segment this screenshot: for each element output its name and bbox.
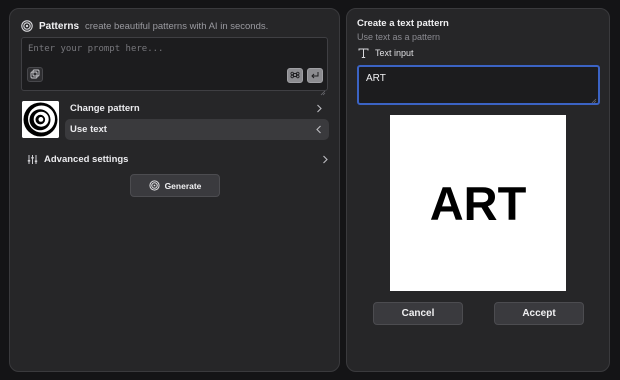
text-input-value: ART <box>366 73 386 84</box>
spiral-pattern-icon <box>22 101 59 138</box>
pattern-thumbnail[interactable] <box>22 101 59 138</box>
cancel-label: Cancel <box>401 308 435 319</box>
prompt-textarea[interactable]: Enter your prompt here... <box>21 37 328 96</box>
cancel-button[interactable]: Cancel <box>373 302 463 325</box>
change-pattern-row[interactable]: Change pattern <box>65 98 329 119</box>
return-icon <box>310 67 320 85</box>
accept-button[interactable]: Accept <box>494 302 584 325</box>
spiral-logo-icon <box>21 20 33 32</box>
advanced-settings-label: Advanced settings <box>44 153 129 165</box>
image-upload-button[interactable] <box>27 67 43 82</box>
sliders-icon <box>27 154 38 165</box>
enter-key-button[interactable] <box>307 68 323 83</box>
accept-label: Accept <box>522 308 556 319</box>
command-icon <box>290 67 300 85</box>
chevron-right-icon <box>321 155 329 164</box>
resize-handle-icon[interactable] <box>320 83 326 96</box>
chevron-left-icon <box>315 125 323 134</box>
dialog-subtitle: Use text as a pattern <box>357 32 441 42</box>
prompt-placeholder: Enter your prompt here... <box>28 44 164 54</box>
preview-text: ART <box>429 176 527 230</box>
use-text-label: Use text <box>70 124 107 135</box>
dialog-title: Create a text pattern <box>357 18 449 29</box>
text-pattern-dialog: Create a text pattern Use text as a patt… <box>346 8 610 372</box>
app-tagline: create beautiful patterns with AI in sec… <box>85 20 269 32</box>
text-input-label-text: Text input <box>375 48 414 58</box>
text-type-icon <box>358 48 369 58</box>
generate-button[interactable]: Generate <box>130 174 220 197</box>
app-header: Patterns create beautiful patterns with … <box>21 19 268 33</box>
advanced-settings-row[interactable]: Advanced settings <box>27 151 329 167</box>
command-key-button[interactable] <box>287 68 303 83</box>
image-icon <box>30 66 40 84</box>
app-name: Patterns <box>39 20 80 32</box>
spiral-icon <box>148 180 160 191</box>
generate-label: Generate <box>164 180 202 191</box>
text-input-label: Text input <box>358 48 414 58</box>
use-text-row[interactable]: Use text <box>65 119 329 140</box>
text-pattern-preview: ART <box>390 115 566 291</box>
text-input-field[interactable]: ART <box>357 65 600 105</box>
resize-handle-icon[interactable] <box>591 96 597 104</box>
change-pattern-label: Change pattern <box>70 103 140 114</box>
chevron-right-icon <box>315 104 323 113</box>
pattern-generator-panel: Patterns create beautiful patterns with … <box>9 8 340 372</box>
